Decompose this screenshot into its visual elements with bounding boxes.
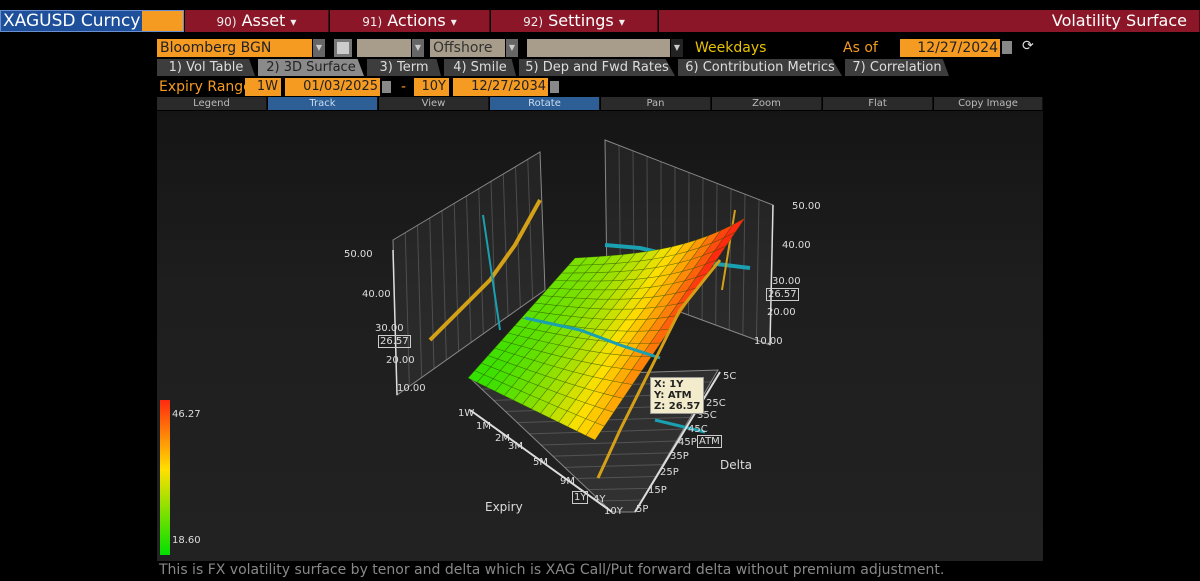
expiry-tick: 4Y (593, 494, 606, 505)
legend-min: 18.60 (172, 535, 201, 546)
expiry-tick: 1W (458, 408, 475, 419)
color-legend-bar (160, 400, 170, 555)
expiry-tick: 10Y (604, 506, 623, 517)
expiry-tick: 5M (533, 457, 548, 468)
delta-axis-title: Delta (720, 458, 753, 472)
z-tick-left: 40.00 (362, 289, 391, 300)
tooltip-z: Z: 26.57 (654, 401, 701, 412)
tooltip-y: Y: ATM (654, 390, 692, 401)
expiry-track-label: 1Y (572, 491, 589, 504)
legend-max: 46.27 (172, 409, 201, 420)
delta-tick: 5C (723, 371, 737, 382)
z-track-left: 26.57 (378, 335, 411, 348)
delta-tick: 35P (670, 451, 689, 462)
delta-tick: 15P (648, 485, 667, 496)
delta-tick: 5P (636, 504, 649, 515)
expiry-axis-title: Expiry (485, 500, 523, 514)
expiry-tick: 9M (560, 476, 575, 487)
floor-gridline (600, 499, 642, 502)
z-tick-right: 10.00 (754, 336, 783, 347)
caption: This is FX volatility surface by tenor a… (159, 562, 945, 578)
z-tick-left: 30.00 (375, 323, 404, 334)
z-track-right: 26.57 (766, 288, 799, 301)
z-tick-right: 30.00 (772, 276, 801, 287)
track-tooltip: X: 1Y Y: ATM Z: 26.57 (650, 377, 705, 414)
expiry-tick: 1M (476, 421, 491, 432)
z-tick-right: 40.00 (782, 240, 811, 251)
z-tick-left: 50.00 (344, 249, 373, 260)
delta-tick: 25C (706, 398, 726, 409)
delta-tick: 45C (688, 424, 708, 435)
delta-tick: 45P (678, 437, 697, 448)
delta-track-label: ATM (697, 435, 722, 448)
tooltip-x: X: 1Y (654, 379, 684, 390)
z-tick-left: 10.00 (397, 383, 426, 394)
expiry-tick: 3M (508, 441, 523, 452)
delta-tick: 25P (660, 467, 679, 478)
z-tick-right: 20.00 (767, 307, 796, 318)
z-tick-right: 50.00 (792, 201, 821, 212)
z-tick-left: 20.00 (386, 355, 415, 366)
